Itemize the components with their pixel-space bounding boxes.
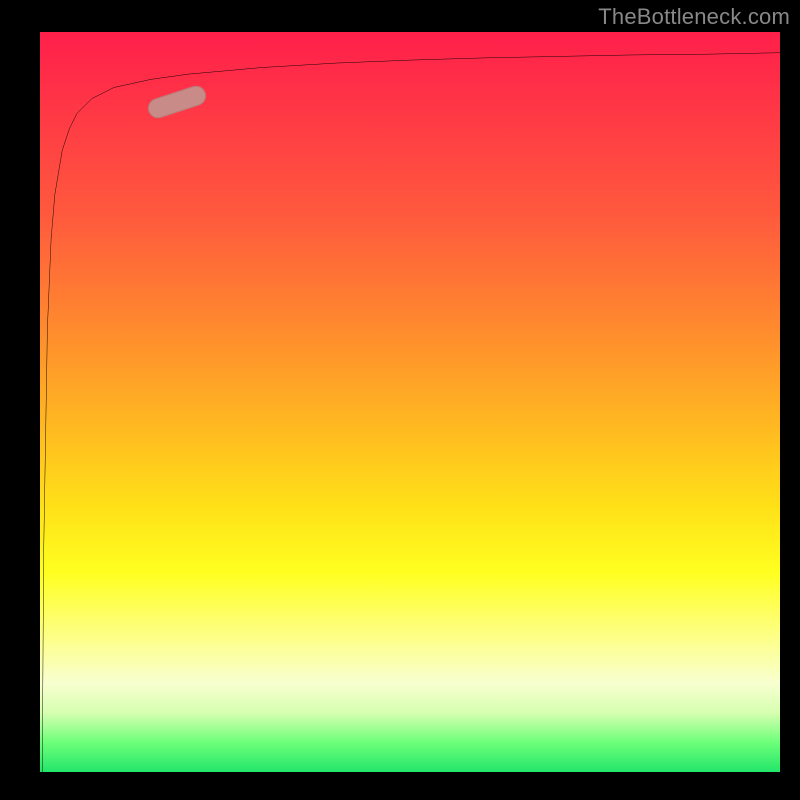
plot-area xyxy=(40,32,780,772)
chart-frame: TheBottleneck.com xyxy=(0,0,800,800)
watermark-text: TheBottleneck.com xyxy=(598,4,790,30)
bottleneck-curve xyxy=(40,32,780,772)
